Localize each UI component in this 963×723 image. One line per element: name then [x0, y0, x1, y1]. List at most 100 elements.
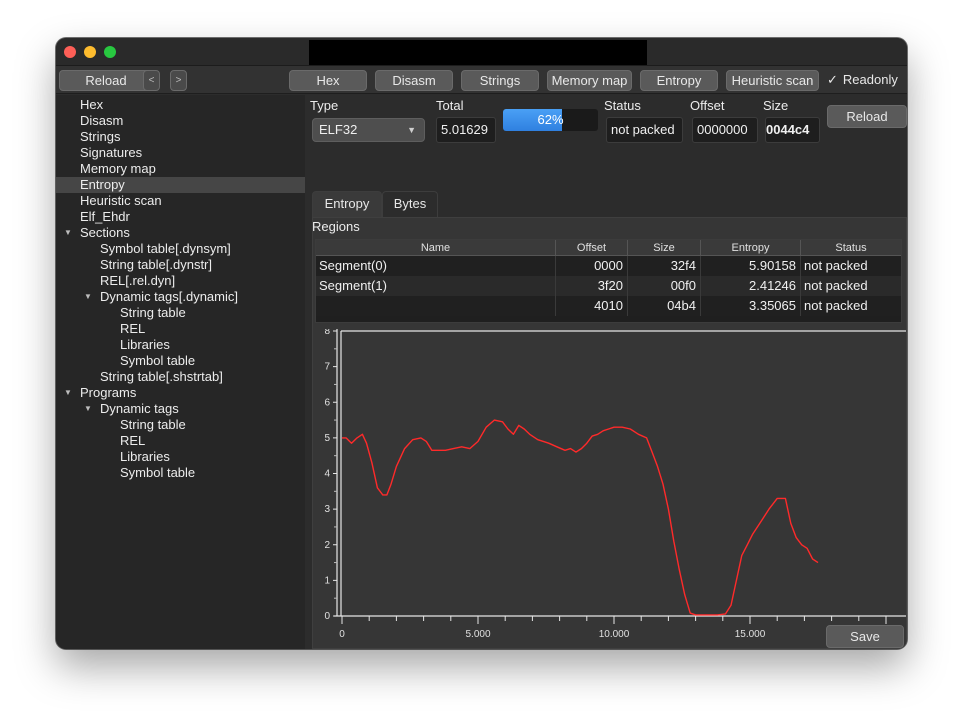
- sidebar-item[interactable]: ▼ Dynamic tags: [56, 401, 305, 417]
- region-status-cell: not packed: [804, 298, 868, 313]
- region-offset-cell: 3f20: [556, 276, 628, 296]
- expand-arrow-icon[interactable]: ▼: [64, 385, 72, 401]
- column-header-entropy[interactable]: Entropy: [701, 240, 801, 256]
- type-value: ELF32: [319, 122, 358, 137]
- table-row[interactable]: Segment(0) 0000 32f4 5.90158 not packed: [316, 256, 901, 276]
- sidebar-item-label: REL: [120, 321, 146, 336]
- sidebar-item-label: Programs: [80, 385, 137, 400]
- x-tick-label: 10.000: [599, 629, 630, 640]
- total-label: Total: [436, 98, 464, 113]
- entropy-panel: Type ELF32 ▼ Total 5.01629 62% Status no…: [306, 95, 907, 649]
- sidebar-item[interactable]: Heuristic scan: [56, 193, 305, 209]
- sidebar-item-label: Elf_Ehdr: [80, 209, 130, 224]
- sidebar-item[interactable]: REL: [56, 433, 305, 449]
- column-header-size[interactable]: Size: [628, 240, 701, 256]
- column-header-name[interactable]: Name: [316, 240, 556, 256]
- sidebar-item-label: REL[.rel.dyn]: [100, 273, 176, 288]
- expand-arrow-icon[interactable]: ▼: [64, 225, 72, 241]
- sidebar-item[interactable]: String table: [56, 305, 305, 321]
- region-offset-cell: 4010: [556, 296, 628, 316]
- back-button[interactable]: <: [143, 70, 160, 91]
- sidebar-item-label: Symbol table[.dynsym]: [100, 241, 231, 256]
- sidebar-item-label: Memory map: [80, 161, 156, 176]
- toolbar: Reload < > Hex Disasm Strings Memory map…: [56, 66, 907, 94]
- sidebar-item[interactable]: Strings: [56, 129, 305, 145]
- total-entropy-field: 5.01629: [436, 117, 496, 143]
- sidebar-item-label: Hex: [80, 97, 104, 112]
- expand-arrow-icon[interactable]: ▼: [84, 401, 92, 417]
- y-tick-label: 7: [324, 362, 330, 373]
- region-status-cell: not packed: [804, 258, 868, 273]
- type-select[interactable]: ELF32 ▼: [312, 118, 425, 142]
- entropy-chart: 01234567805.00010.00015.00020.000: [312, 329, 907, 649]
- sidebar-item-label: Dynamic tags[.dynamic]: [100, 289, 238, 304]
- type-label: Type: [310, 98, 339, 113]
- title-bar: [56, 38, 907, 66]
- x-tick-label: 15.000: [735, 629, 766, 640]
- sidebar-item-label: Sections: [80, 225, 130, 240]
- region-size-cell: 00f0: [628, 276, 701, 296]
- sidebar-item[interactable]: String table[.shstrtab]: [56, 369, 305, 385]
- sidebar-item-label: Signatures: [80, 145, 143, 160]
- sidebar-item[interactable]: Symbol table: [56, 353, 305, 369]
- readonly-checkbox[interactable]: ✓ Readonly: [827, 70, 898, 90]
- tab-entropy[interactable]: Entropy: [312, 191, 382, 217]
- sidebar-item[interactable]: Libraries: [56, 449, 305, 465]
- sidebar-item-label: Libraries: [120, 337, 170, 352]
- sidebar-item[interactable]: Hex: [56, 97, 305, 113]
- sidebar-item-label: String table: [120, 417, 186, 432]
- regions-table: Name Offset Size Entropy Status Segment(…: [315, 239, 902, 323]
- sidebar-item[interactable]: String table: [56, 417, 305, 433]
- y-tick-label: 8: [324, 329, 330, 337]
- view-button-entropy[interactable]: Entropy: [640, 70, 718, 91]
- sidebar-item[interactable]: REL: [56, 321, 305, 337]
- region-name-cell: Segment(1): [316, 276, 556, 296]
- sidebar-item-label: Libraries: [120, 449, 170, 464]
- save-button[interactable]: Save: [826, 625, 904, 648]
- sidebar-item[interactable]: Symbol table: [56, 465, 305, 481]
- sidebar-item-label: Strings: [80, 129, 121, 144]
- close-window-button[interactable]: [64, 46, 76, 58]
- view-button-strings[interactable]: Strings: [461, 70, 539, 91]
- sidebar-item[interactable]: Signatures: [56, 145, 305, 161]
- sidebar-item-label: Disasm: [80, 113, 124, 128]
- sidebar-item[interactable]: Entropy: [56, 177, 305, 193]
- sidebar-item[interactable]: Memory map: [56, 161, 305, 177]
- sidebar-item-label: Heuristic scan: [80, 193, 162, 208]
- expand-arrow-icon[interactable]: ▼: [84, 289, 92, 305]
- y-tick-label: 1: [324, 575, 330, 586]
- view-button-disasm[interactable]: Disasm: [375, 70, 453, 91]
- sidebar-item[interactable]: Disasm: [56, 113, 305, 129]
- sidebar-item[interactable]: Libraries: [56, 337, 305, 353]
- table-row[interactable]: Segment(1) 3f20 00f0 2.41246 not packed: [316, 276, 901, 296]
- region-entropy-cell: 5.90158: [701, 256, 801, 276]
- y-tick-label: 2: [324, 540, 330, 551]
- reload-button[interactable]: Reload: [59, 70, 153, 91]
- region-offset-cell: 0000: [556, 256, 628, 276]
- y-tick-label: 3: [324, 504, 330, 515]
- sidebar-item[interactable]: Elf_Ehdr: [56, 209, 305, 225]
- minimize-window-button[interactable]: [84, 46, 96, 58]
- sidebar-item-label: Symbol table: [120, 465, 196, 480]
- sidebar-item[interactable]: REL[.rel.dyn]: [56, 273, 305, 289]
- sidebar-item[interactable]: ▼ Programs: [56, 385, 305, 401]
- view-button-memory-map[interactable]: Memory map: [547, 70, 632, 91]
- info-reload-button[interactable]: Reload: [827, 105, 907, 128]
- sidebar-item[interactable]: String table[.dynstr]: [56, 257, 305, 273]
- zoom-window-button[interactable]: [104, 46, 116, 58]
- chevron-down-icon: ▼: [407, 125, 416, 135]
- column-header-offset[interactable]: Offset: [556, 240, 628, 256]
- view-button-heuristic-scan[interactable]: Heuristic scan: [726, 70, 819, 91]
- y-tick-label: 6: [324, 397, 330, 408]
- view-button-hex[interactable]: Hex: [289, 70, 367, 91]
- entropy-series-line: [342, 419, 819, 616]
- sidebar-item[interactable]: ▼ Sections: [56, 225, 305, 241]
- sidebar-item[interactable]: ▼ Dynamic tags[.dynamic]: [56, 289, 305, 305]
- forward-button[interactable]: >: [170, 70, 187, 91]
- tab-bytes[interactable]: Bytes: [382, 191, 438, 217]
- table-row[interactable]: 4010 04b4 3.35065 not packed: [316, 296, 901, 316]
- sidebar-item-label: Symbol table: [120, 353, 196, 368]
- sidebar-item[interactable]: Symbol table[.dynsym]: [56, 241, 305, 257]
- column-header-status[interactable]: Status: [801, 240, 901, 256]
- size-label: Size: [763, 98, 789, 113]
